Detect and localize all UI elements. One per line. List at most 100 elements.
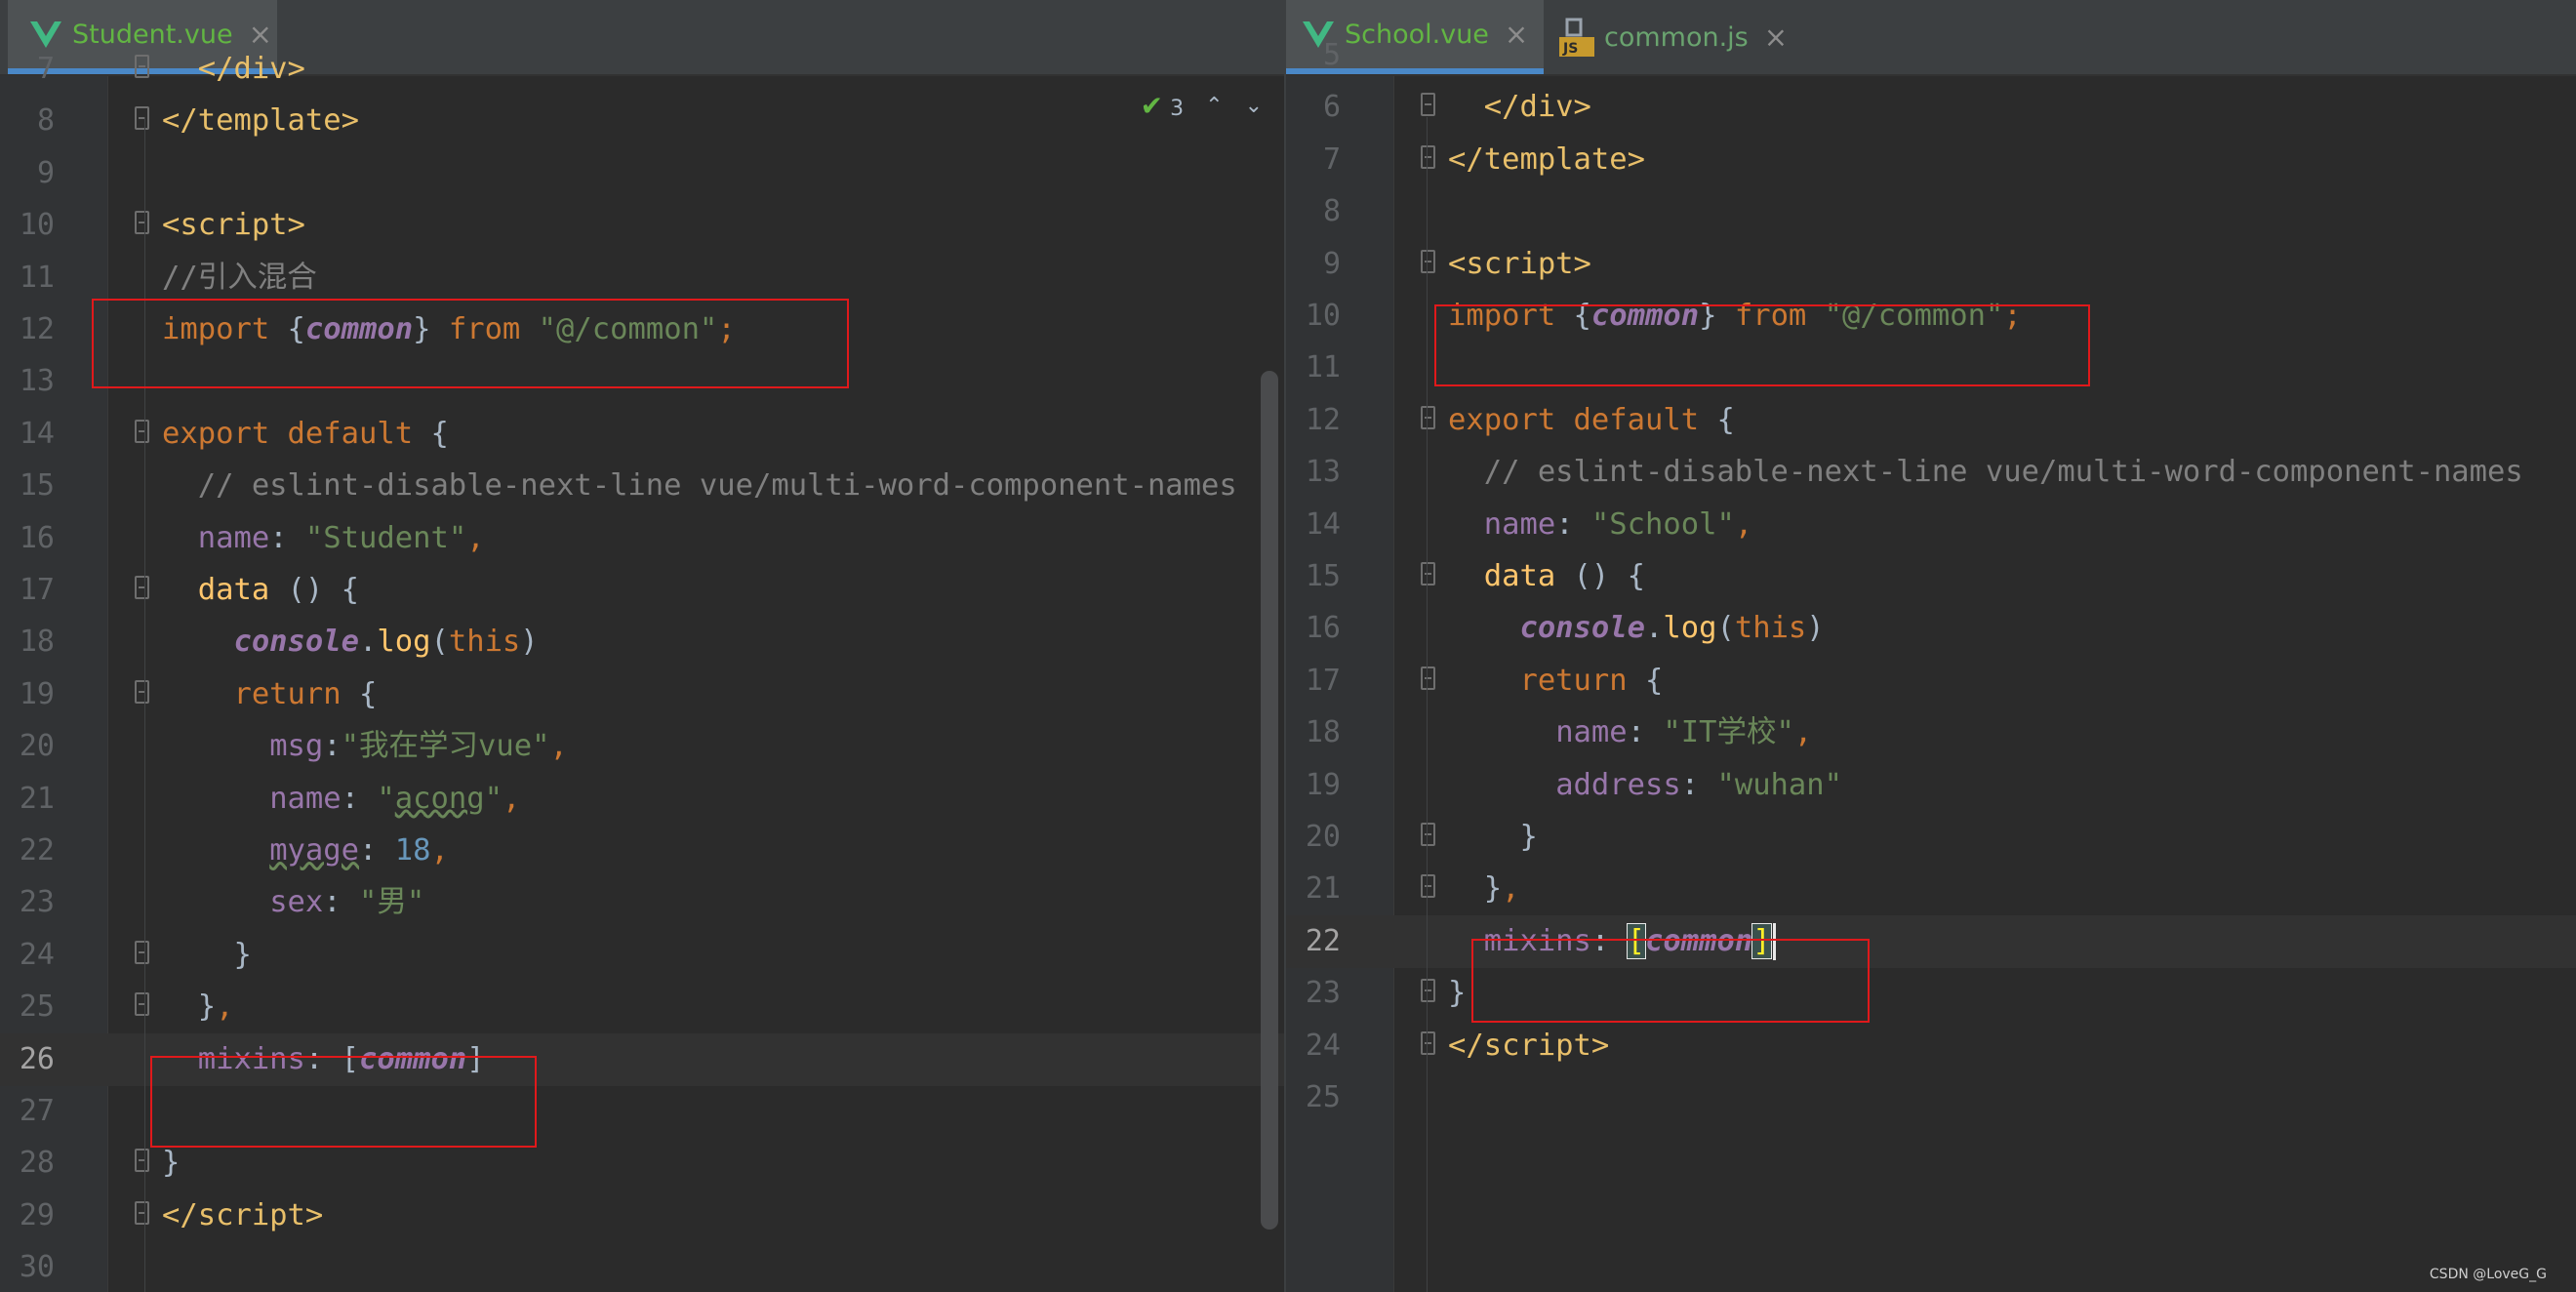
code-text: <script>	[1448, 246, 1591, 281]
right-editor-pane: School.vue × JS common.js × 56 </div> 7 </…	[1284, 0, 2576, 1292]
code-line[interactable]: 29 </script>	[0, 1190, 1284, 1242]
next-highlight-icon[interactable]: ⌄	[1245, 94, 1263, 118]
fold-marker-icon[interactable]	[135, 211, 149, 235]
code-line[interactable]: 16 console.log(this)	[1286, 602, 2576, 655]
code-line[interactable]: 18 console.log(this)	[0, 616, 1284, 668]
vertical-scrollbar[interactable]	[1261, 371, 1278, 1230]
check-icon: ✔	[1140, 90, 1164, 122]
code-line[interactable]: 20 }	[1286, 811, 2576, 864]
code-text: </script>	[162, 1197, 324, 1232]
fold-marker-icon[interactable]	[135, 1200, 149, 1225]
code-line[interactable]: 19 return {	[0, 668, 1284, 721]
code-text: data () {	[1483, 559, 1646, 593]
watermark: CSDN @LoveG_G	[2429, 1267, 2547, 1282]
line-number: 24	[19, 937, 55, 972]
code-line[interactable]: 21 },	[1286, 863, 2576, 915]
code-line[interactable]: 17 data () {	[0, 564, 1284, 617]
code-line[interactable]: 7 </template>	[1286, 134, 2576, 186]
line-number: 30	[19, 1250, 55, 1285]
code-text: data () {	[197, 573, 360, 607]
line-number: 7	[36, 52, 55, 86]
code-text: </template>	[1448, 141, 1645, 177]
highlight-box-mixins	[1471, 939, 1870, 1023]
fold-marker-icon[interactable]	[1421, 874, 1435, 899]
code-line[interactable]: 5	[1286, 29, 2576, 82]
code-line[interactable]: 8 </template>	[0, 95, 1284, 147]
code-line[interactable]: 15 data () {	[1286, 550, 2576, 603]
previous-highlight-icon[interactable]: ⌃	[1205, 94, 1223, 118]
fold-marker-icon[interactable]	[135, 55, 149, 78]
line-number: 15	[19, 468, 55, 504]
line-number: 17	[1305, 663, 1341, 698]
line-number: 12	[1305, 402, 1341, 437]
fold-marker-icon[interactable]	[1421, 979, 1435, 1003]
code-line[interactable]: 18 name: "IT学校",	[1286, 707, 2576, 759]
fold-marker-icon[interactable]	[135, 106, 149, 131]
indent-guide	[1427, 117, 1428, 1292]
line-number: 9	[1322, 246, 1341, 281]
code-line[interactable]: 9 <script>	[1286, 238, 2576, 291]
line-number: 19	[1305, 767, 1341, 802]
fold-marker-icon[interactable]	[135, 679, 149, 704]
line-number: 25	[19, 989, 55, 1025]
highlight-box-mixins	[150, 1056, 537, 1148]
code-line[interactable]: 8	[1286, 185, 2576, 238]
line-number: 25	[1305, 1080, 1341, 1114]
code-line[interactable]: 20 msg:"我在学习vue",	[0, 720, 1284, 773]
highlight-box-import	[1434, 304, 2090, 386]
code-text: address: "wuhan"	[1555, 767, 1843, 802]
code-line[interactable]: 24 </script>	[1286, 1020, 2576, 1072]
code-line[interactable]: 9	[0, 147, 1284, 200]
code-text: </div>	[1483, 90, 1591, 125]
fold-marker-icon[interactable]	[1421, 666, 1435, 690]
code-line[interactable]: 6 </div>	[1286, 81, 2576, 134]
fold-marker-icon[interactable]	[1421, 562, 1435, 585]
code-text: msg:"我在学习vue",	[269, 729, 568, 764]
code-line[interactable]: 7 </div>	[0, 43, 1284, 96]
code-line[interactable]: 25 },	[0, 981, 1284, 1033]
code-line[interactable]: 21 name: "acong",	[0, 773, 1284, 826]
inspection-widget[interactable]: ✔ 3 ⌃ ⌄	[1141, 90, 1263, 122]
code-line[interactable]: 14 name: "School",	[1286, 499, 2576, 551]
fold-marker-icon[interactable]	[1421, 93, 1435, 117]
fold-marker-icon[interactable]	[1421, 144, 1435, 169]
fold-marker-icon[interactable]	[1421, 249, 1435, 273]
line-number: 10	[19, 208, 55, 243]
code-line[interactable]: 24 }	[0, 929, 1284, 982]
line-number: 24	[1305, 1028, 1341, 1063]
line-number: 23	[19, 885, 55, 920]
code-line[interactable]: 22 myage: 18,	[0, 825, 1284, 877]
fold-marker-icon[interactable]	[1421, 405, 1435, 429]
fold-marker-icon[interactable]	[135, 419, 149, 443]
code-line[interactable]: 11 //引入混合	[0, 252, 1284, 304]
fold-marker-icon[interactable]	[135, 1149, 149, 1173]
fold-marker-icon[interactable]	[1421, 1030, 1435, 1055]
line-number: 13	[19, 364, 55, 399]
line-number: 16	[19, 520, 55, 555]
code-line[interactable]: 23 sex: "男"	[0, 876, 1284, 929]
left-editor-pane: Student.vue × 7 </div> 8 </template> 9 10 <sc…	[0, 0, 1284, 1292]
line-number: 9	[36, 155, 55, 190]
line-number: 26	[19, 1041, 55, 1076]
fold-marker-icon[interactable]	[135, 940, 149, 964]
code-line[interactable]: 12 export default {	[1286, 394, 2576, 447]
inspection-summary[interactable]: ✔ 3	[1141, 90, 1184, 122]
code-text: },	[1448, 871, 1520, 907]
code-line[interactable]: 14 export default {	[0, 408, 1284, 461]
line-number: 27	[19, 1094, 55, 1128]
fold-marker-icon[interactable]	[1421, 823, 1435, 846]
fold-marker-icon[interactable]	[135, 576, 149, 599]
code-line[interactable]: 10 <script>	[0, 199, 1284, 252]
code-line[interactable]: 16 name: "Student",	[0, 512, 1284, 565]
code-text: //引入混合	[162, 260, 317, 295]
code-line[interactable]: 15 // eslint-disable-next-line vue/multi…	[0, 460, 1284, 512]
code-text: name: "acong",	[269, 781, 521, 816]
code-line[interactable]: 17 return {	[1286, 655, 2576, 707]
right-code-area[interactable]: 56 </div> 7 </template> 8 9 <script> 10 import …	[1286, 38, 2576, 1292]
fold-marker-icon[interactable]	[135, 992, 149, 1017]
code-line[interactable]: 30	[0, 1241, 1284, 1292]
code-line[interactable]: 25	[1286, 1071, 2576, 1124]
line-number: 29	[19, 1197, 55, 1232]
code-line[interactable]: 13 // eslint-disable-next-line vue/multi…	[1286, 446, 2576, 499]
code-line[interactable]: 19 address: "wuhan"	[1286, 759, 2576, 812]
